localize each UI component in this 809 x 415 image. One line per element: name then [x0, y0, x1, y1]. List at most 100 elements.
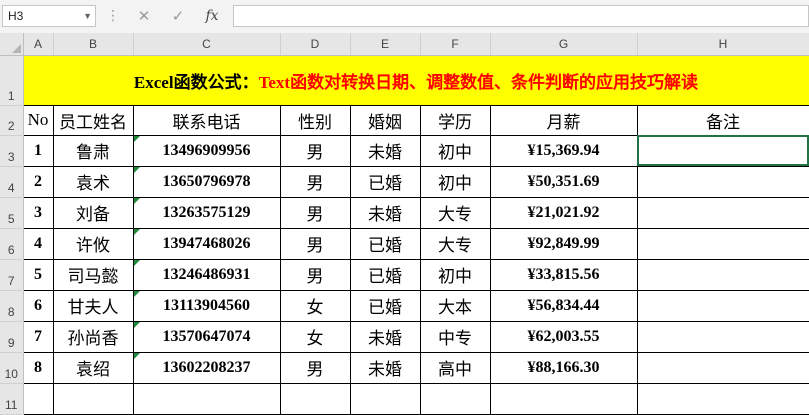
- cell-name[interactable]: 鲁肃: [52, 134, 134, 167]
- cell-salary[interactable]: ¥33,815.56: [489, 258, 638, 291]
- cell-phone[interactable]: 13947468026: [132, 227, 281, 260]
- row-header-4[interactable]: 4: [0, 166, 24, 198]
- cell-education[interactable]: 初中: [419, 165, 491, 198]
- row-header-11[interactable]: 11: [0, 383, 24, 415]
- cell-education[interactable]: 大专: [419, 227, 491, 260]
- cell-gender[interactable]: 男: [279, 227, 351, 260]
- cell-gender[interactable]: 男: [279, 134, 351, 167]
- cell-name[interactable]: 袁术: [52, 165, 134, 198]
- cell-no[interactable]: 5: [22, 258, 54, 291]
- cell-gender[interactable]: 男: [279, 196, 351, 229]
- header-note[interactable]: 备注: [636, 104, 809, 136]
- cell-phone[interactable]: 13246486931: [132, 258, 281, 291]
- cell-phone[interactable]: 13496909956: [132, 134, 281, 167]
- row-header-2[interactable]: 2: [0, 105, 24, 136]
- cell-phone[interactable]: 13650796978: [132, 165, 281, 198]
- header-no[interactable]: No: [22, 104, 54, 136]
- title-cell[interactable]: Excel函数公式：Text函数对转换日期、调整数值、条件判断的应用技巧解读: [22, 54, 809, 106]
- column-header-h[interactable]: H: [637, 33, 809, 56]
- cell-marital[interactable]: 已婚: [349, 165, 421, 198]
- row-header-6[interactable]: 6: [0, 228, 24, 260]
- cell-salary[interactable]: ¥15,369.94: [489, 134, 638, 167]
- cell-salary[interactable]: ¥62,003.55: [489, 320, 638, 353]
- row-header-8[interactable]: 8: [0, 290, 24, 322]
- cell-no[interactable]: 8: [22, 351, 54, 384]
- cell-no[interactable]: 2: [22, 165, 54, 198]
- cell-marital[interactable]: 已婚: [349, 227, 421, 260]
- cell-gender[interactable]: 女: [279, 289, 351, 322]
- cell-marital[interactable]: 未婚: [349, 320, 421, 353]
- header-education[interactable]: 学历: [419, 104, 491, 136]
- cell-name[interactable]: 甘夫人: [52, 289, 134, 322]
- header-name[interactable]: 员工姓名: [52, 104, 134, 136]
- name-box[interactable]: H3 ▼: [2, 5, 96, 27]
- cell-salary[interactable]: ¥88,166.30: [489, 351, 638, 384]
- cell-education[interactable]: 大专: [419, 196, 491, 229]
- header-marital[interactable]: 婚姻: [349, 104, 421, 136]
- cell-note[interactable]: [636, 351, 809, 384]
- cell-note[interactable]: [636, 227, 809, 260]
- cell-salary[interactable]: ¥56,834.44: [489, 289, 638, 322]
- column-header-f[interactable]: F: [420, 33, 491, 56]
- cell-no[interactable]: 7: [22, 320, 54, 353]
- cell-empty[interactable]: [22, 382, 54, 415]
- cell-no[interactable]: 6: [22, 289, 54, 322]
- cell-marital[interactable]: 未婚: [349, 134, 421, 167]
- drag-handle-icon[interactable]: ⋮: [106, 8, 120, 24]
- cell-name[interactable]: 许攸: [52, 227, 134, 260]
- cell-phone[interactable]: 13113904560: [132, 289, 281, 322]
- cell-empty[interactable]: [419, 382, 491, 415]
- cell-education[interactable]: 高中: [419, 351, 491, 384]
- cell-phone[interactable]: 13602208237: [132, 351, 281, 384]
- cell-no[interactable]: 1: [22, 134, 54, 167]
- cell-name[interactable]: 司马懿: [52, 258, 134, 291]
- row-header-10[interactable]: 10: [0, 352, 24, 384]
- cell-gender[interactable]: 男: [279, 258, 351, 291]
- cell-education[interactable]: 初中: [419, 134, 491, 167]
- cell-marital[interactable]: 已婚: [349, 258, 421, 291]
- column-header-c[interactable]: C: [133, 33, 281, 56]
- cell-education[interactable]: 初中: [419, 258, 491, 291]
- cell-gender[interactable]: 男: [279, 165, 351, 198]
- cell-note[interactable]: [636, 196, 809, 229]
- cell-no[interactable]: 3: [22, 196, 54, 229]
- cell-marital[interactable]: 未婚: [349, 351, 421, 384]
- header-gender[interactable]: 性别: [279, 104, 351, 136]
- column-header-e[interactable]: E: [350, 33, 421, 56]
- header-salary[interactable]: 月薪: [489, 104, 638, 136]
- cell-name[interactable]: 袁绍: [52, 351, 134, 384]
- column-header-a[interactable]: A: [23, 33, 54, 56]
- cell-empty[interactable]: [636, 382, 809, 415]
- cell-name[interactable]: 孙尚香: [52, 320, 134, 353]
- cell-salary[interactable]: ¥50,351.69: [489, 165, 638, 198]
- formula-input[interactable]: [233, 5, 809, 27]
- cell-note[interactable]: [636, 289, 809, 322]
- cell-empty[interactable]: [489, 382, 638, 415]
- cell-note[interactable]: [636, 165, 809, 198]
- cell-note[interactable]: [636, 258, 809, 291]
- row-header-9[interactable]: 9: [0, 321, 24, 353]
- select-all-corner[interactable]: [0, 33, 24, 56]
- enter-icon[interactable]: ✓: [165, 5, 191, 27]
- row-header-3[interactable]: 3: [0, 135, 24, 167]
- row-header-1[interactable]: 1: [0, 55, 24, 106]
- row-header-5[interactable]: 5: [0, 197, 24, 229]
- cell-gender[interactable]: 男: [279, 351, 351, 384]
- cell-phone[interactable]: 13570647074: [132, 320, 281, 353]
- cell-phone[interactable]: 13263575129: [132, 196, 281, 229]
- column-header-g[interactable]: G: [490, 33, 638, 56]
- cell-note[interactable]: [636, 134, 809, 167]
- cell-education[interactable]: 中专: [419, 320, 491, 353]
- row-header-7[interactable]: 7: [0, 259, 24, 291]
- cell-gender[interactable]: 女: [279, 320, 351, 353]
- cell-note[interactable]: [636, 320, 809, 353]
- cell-education[interactable]: 大本: [419, 289, 491, 322]
- column-header-b[interactable]: B: [53, 33, 134, 56]
- cell-salary[interactable]: ¥21,021.92: [489, 196, 638, 229]
- cell-marital[interactable]: 未婚: [349, 196, 421, 229]
- cell-empty[interactable]: [132, 382, 281, 415]
- cancel-icon[interactable]: ✕: [131, 5, 157, 27]
- cell-marital[interactable]: 已婚: [349, 289, 421, 322]
- header-phone[interactable]: 联系电话: [132, 104, 281, 136]
- cell-empty[interactable]: [279, 382, 351, 415]
